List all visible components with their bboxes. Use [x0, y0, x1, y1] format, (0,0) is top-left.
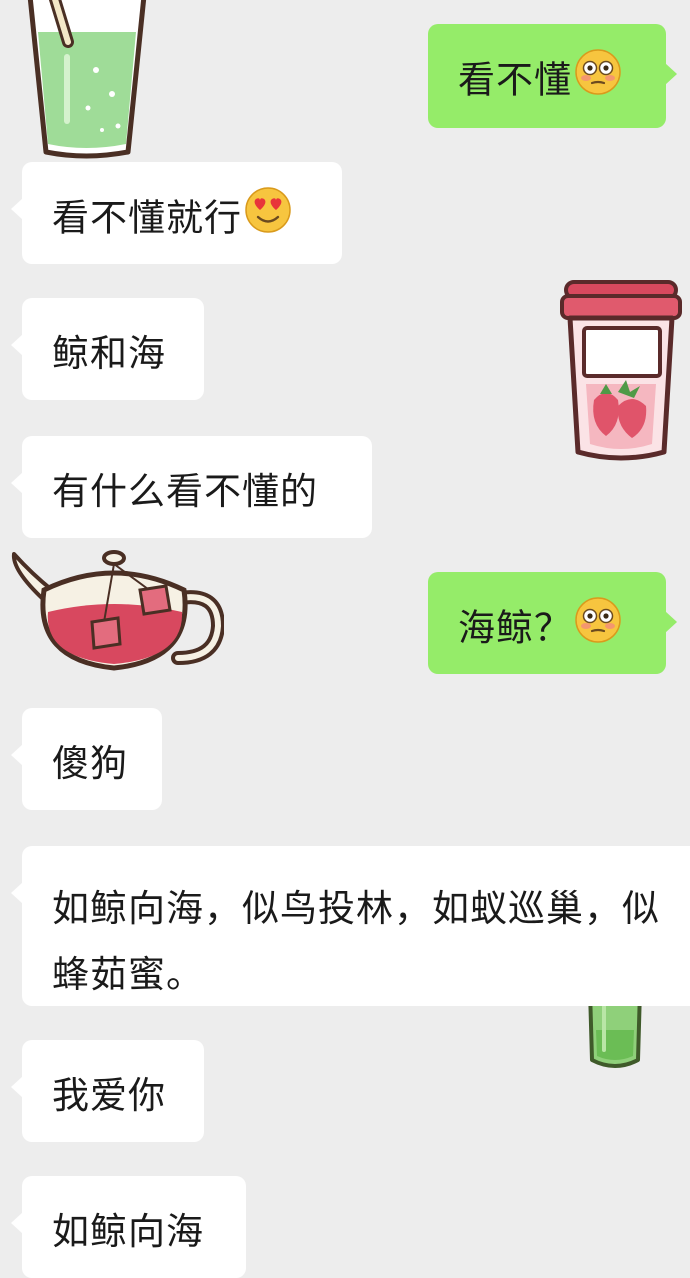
message-bubble-incoming[interactable]: 有什么看不懂的	[11, 436, 372, 538]
pink-teapot-sticker[interactable]	[8, 540, 226, 676]
message-text: 如鲸向海	[52, 1210, 204, 1253]
message-bubble-incoming[interactable]: 如鲸向海，似鸟投林，如蚁巡巢，似蜂茹蜜。	[11, 846, 690, 1006]
message-bubble-incoming[interactable]: 看不懂就行	[11, 162, 342, 264]
message-text: 海鲸？	[458, 606, 572, 650]
message-bubble-incoming[interactable]: 鲸和海	[11, 298, 204, 400]
message-bubble-incoming[interactable]: 我爱你	[11, 1040, 204, 1142]
message-bubble-incoming[interactable]: 如鲸向海	[11, 1176, 246, 1278]
message-text: 看不懂就行	[52, 196, 242, 240]
chat-thread: 看不懂 看不懂就行 鲸和海 有什么看不懂的 海鲸？ 傻狗 如鲸向海，似鸟投林，如…	[0, 0, 690, 1278]
green-drink-cup-icon	[27, 0, 147, 159]
strawberry-drink-cup-sticker[interactable]	[560, 276, 682, 466]
heart-eyes-face-icon	[244, 186, 292, 248]
message-text: 看不懂	[458, 58, 572, 102]
message-text: 如鲸向海，似鸟投林，如蚁巡巢，似蜂茹蜜。	[52, 887, 660, 996]
flushed-face-icon	[574, 48, 622, 110]
message-bubble-outgoing[interactable]: 看不懂	[428, 24, 677, 128]
flushed-face-icon	[574, 596, 622, 658]
green-drink-cup-sticker[interactable]	[24, 0, 150, 162]
message-text: 鲸和海	[52, 332, 166, 375]
strawberry-drink-cup-icon	[560, 280, 682, 461]
message-text: 有什么看不懂的	[52, 470, 318, 513]
message-text: 傻狗	[52, 742, 128, 785]
message-bubble-incoming[interactable]: 傻狗	[11, 708, 162, 810]
message-text: 我爱你	[52, 1074, 166, 1117]
message-bubble-outgoing[interactable]: 海鲸？	[428, 572, 677, 674]
pink-teapot-icon	[11, 550, 226, 671]
